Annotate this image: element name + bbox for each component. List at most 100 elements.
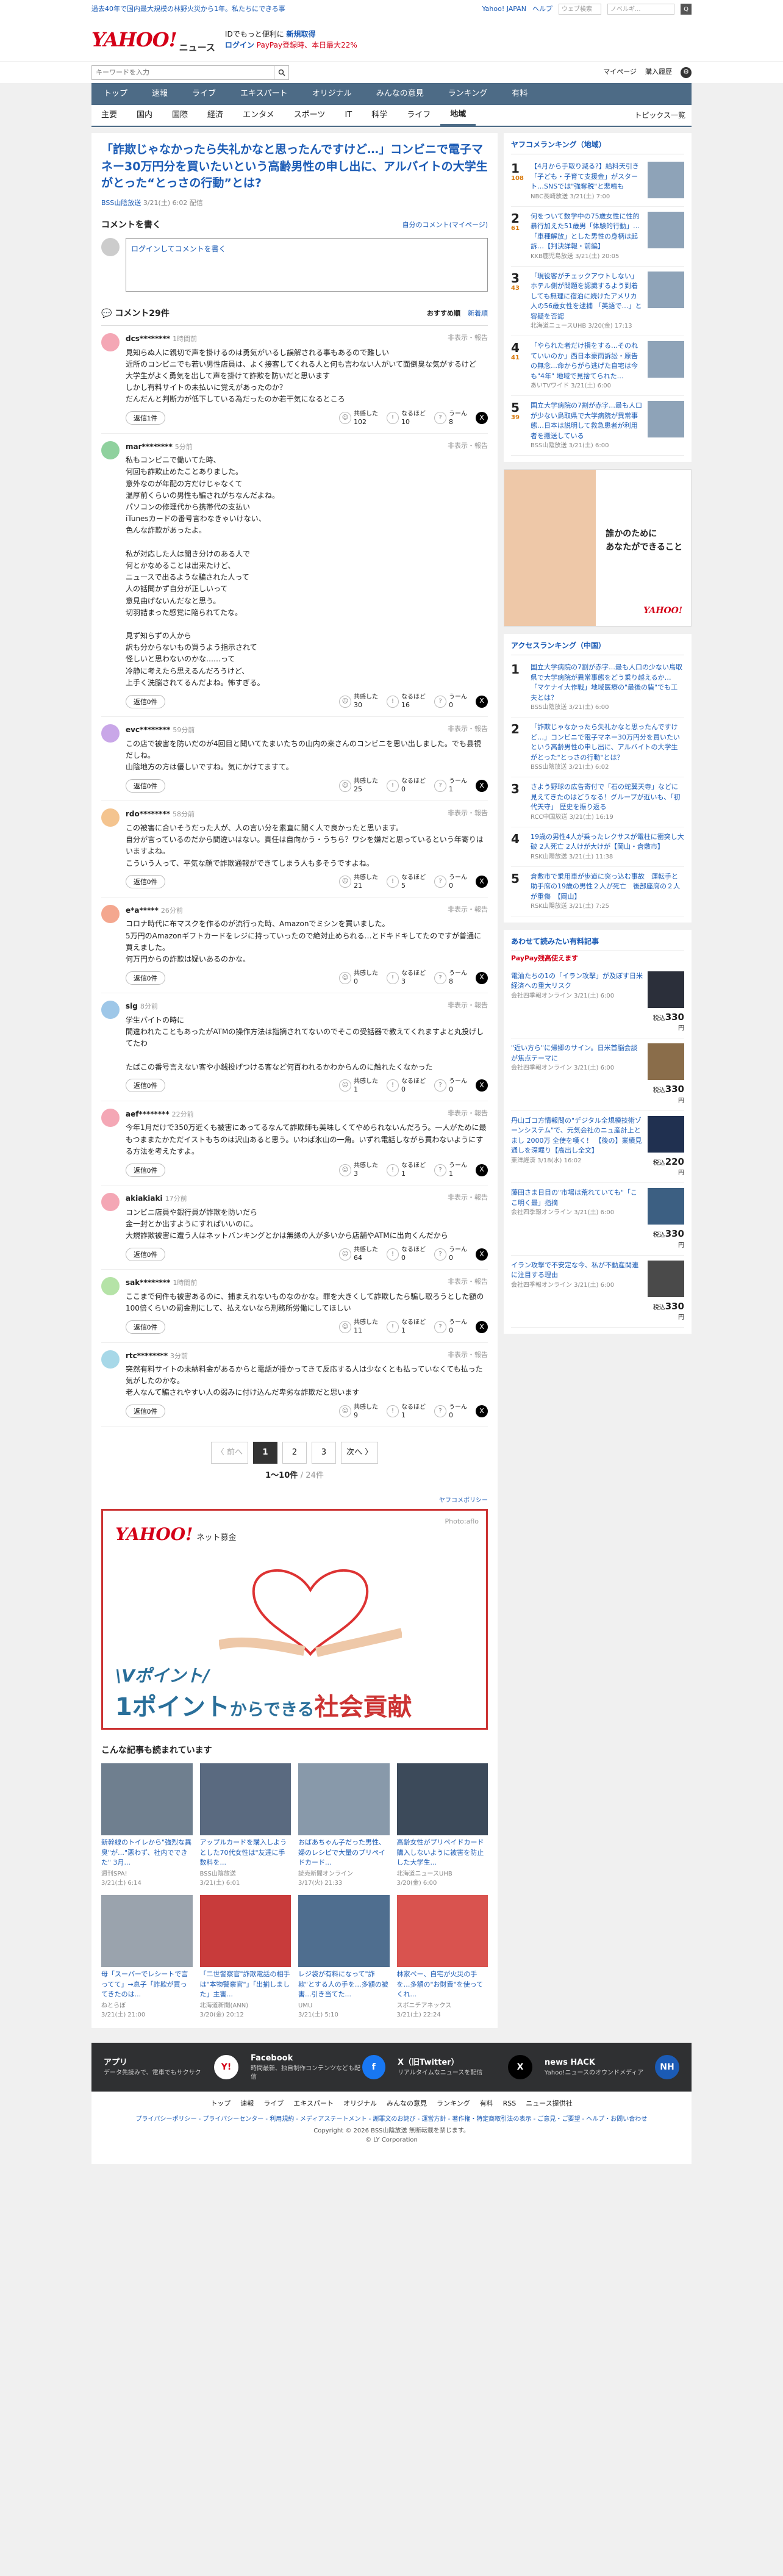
x-share-icon[interactable]: X xyxy=(476,1405,488,1418)
reaction-unsure-button[interactable]: ? うーん 0 xyxy=(434,1319,467,1334)
footer-nav-link[interactable]: 有料 xyxy=(480,2099,493,2109)
mypage-link[interactable]: マイページ xyxy=(603,67,637,77)
reaction-naruhodo-button[interactable]: ! なるほど 3 xyxy=(387,970,426,985)
comment-user[interactable]: rtc******** xyxy=(126,1351,168,1360)
page-button[interactable]: 3 xyxy=(312,1441,336,1464)
comment-user[interactable]: e*a***** xyxy=(126,906,159,915)
footer-app-link[interactable]: Facebook 時間最新、独自制作コンテンツなども配信 f xyxy=(251,2053,385,2082)
side-ad-banner[interactable]: 誰かのために あなたができること YAHOO! xyxy=(504,469,692,627)
reply-button[interactable]: 返信0件 xyxy=(126,875,166,889)
ranking-item[interactable]: 4 19歳の男性4人が乗ったレクサスが電柱に衝突し大破 2人死亡 2人けが大けが【… xyxy=(511,827,684,867)
search-icon[interactable] xyxy=(274,65,289,80)
my-comments-link[interactable]: 自分のコメント(マイページ) xyxy=(402,220,488,231)
comment-user[interactable]: dcs******** xyxy=(126,334,170,343)
ranking-item[interactable]: 5 39 国立大学病院の7割が赤字…最も人口が少ない鳥取県で大学病院が異常事態…日本… xyxy=(511,396,684,456)
x-share-icon[interactable]: X xyxy=(476,876,488,888)
category-tab[interactable]: スポーツ xyxy=(284,105,335,126)
reaction-agree-button[interactable]: ☺ 共感した 11 xyxy=(339,1319,378,1334)
reaction-unsure-button[interactable]: ? うーん 8 xyxy=(434,411,467,426)
report-link[interactable]: 非表示・報告 xyxy=(448,333,488,345)
nav-tab[interactable]: 有料 xyxy=(499,83,540,105)
report-link[interactable]: 非表示・報告 xyxy=(448,1277,488,1289)
category-tab[interactable]: 国内 xyxy=(127,105,162,126)
report-link[interactable]: 非表示・報告 xyxy=(448,1109,488,1120)
article-title[interactable]: 「詐欺じゃなかったら失礼かなと思ったんですけど…」コンビニで電子マネー30万円分… xyxy=(101,142,488,192)
reaction-unsure-button[interactable]: ? うーん 0 xyxy=(434,1247,467,1262)
ranking-item[interactable]: 1 108 【4月から手取り減る?】給料天引き「子ども・子育て支援金」がスタート…S… xyxy=(511,157,684,207)
footer-policy-links[interactable]: プライバシーポリシー - プライバシーセンター - 利用規約 - メディアステー… xyxy=(91,2115,692,2124)
footer-app-link[interactable]: アプリ データ先読みで、電車でもサクサク Y! xyxy=(104,2053,238,2082)
related-article[interactable]: 「二世警察官"詐欺電話の相手は"本物警察官"」「出揃しました」主害... 北海道新… xyxy=(199,1895,291,2020)
reply-button[interactable]: 返信0件 xyxy=(126,971,166,985)
reaction-unsure-button[interactable]: ? うーん 0 xyxy=(434,1078,467,1093)
related-article[interactable]: 母「スーパーでレシートで言ってて」→息子「詐欺が買ってきたのは... ねとらぼ 3/… xyxy=(101,1895,193,2020)
reaction-agree-button[interactable]: ☺ 共感した 30 xyxy=(339,694,378,709)
footer-nav-link[interactable]: ランキング xyxy=(437,2099,470,2109)
comment-user[interactable]: sak******** xyxy=(126,1278,170,1287)
paid-article[interactable]: "近い方ら"に帰郷のサイン。日米首脳会談が焦点テーマに 会社四季報オンライン 3/… xyxy=(511,1038,684,1111)
x-share-icon[interactable]: X xyxy=(476,695,488,708)
related-article[interactable]: アップルカードを購入しようとした70代女性は"友達に手数料を... BSS山陰放送… xyxy=(199,1763,291,1888)
category-tab[interactable]: 主要 xyxy=(91,105,127,126)
category-tab[interactable]: 経済 xyxy=(198,105,233,126)
category-tab[interactable]: 地域 xyxy=(440,105,476,126)
report-link[interactable]: 非表示・報告 xyxy=(448,441,488,453)
top-news-link[interactable]: 過去40年で国内最大規模の林野火災から1年。私たちにできる事 xyxy=(91,4,285,15)
nav-tab[interactable]: ライブ xyxy=(180,83,228,105)
page-button[interactable]: 2 xyxy=(282,1441,307,1464)
reaction-unsure-button[interactable]: ? うーん 0 xyxy=(434,874,467,890)
next-page-button[interactable]: 次へ 〉 xyxy=(341,1441,379,1464)
ranking-item[interactable]: 3 43 「現役客がチェックアウトしない」ホテル側が問題を認識するよう到着しても無理… xyxy=(511,267,684,336)
yahoo-japan-link[interactable]: Yahoo! JAPAN xyxy=(482,4,526,15)
footer-app-link[interactable]: X（旧Twitter） リアルタイムなニュースを配信 X xyxy=(398,2053,532,2082)
reply-button[interactable]: 返信0件 xyxy=(126,1320,166,1334)
reaction-agree-button[interactable]: ☺ 共感した 102 xyxy=(339,411,378,426)
report-link[interactable]: 非表示・報告 xyxy=(448,1193,488,1204)
reaction-agree-button[interactable]: ☺ 共感した 64 xyxy=(339,1247,378,1262)
x-share-icon[interactable]: X xyxy=(476,1079,488,1092)
category-tab[interactable]: IT xyxy=(335,105,362,126)
report-link[interactable]: 非表示・報告 xyxy=(448,808,488,820)
ranking-item[interactable]: 4 41 「やられた者だけ損をする…そのれていいのか」西日本豪雨訴訟・原告の無念…命… xyxy=(511,336,684,396)
prev-page-button[interactable]: 〈 前へ xyxy=(210,1441,248,1464)
report-link[interactable]: 非表示・報告 xyxy=(448,905,488,916)
purchase-history-link[interactable]: 購入履歴 xyxy=(645,67,672,77)
report-link[interactable]: 非表示・報告 xyxy=(448,1001,488,1012)
category-tab[interactable]: エンタメ xyxy=(233,105,284,126)
sort-recommended[interactable]: おすすめ順 xyxy=(427,309,460,319)
comment-user[interactable]: rdo******** xyxy=(126,810,170,818)
comment-policy-link[interactable]: ヤフコメポリシー xyxy=(101,1496,488,1505)
comment-user[interactable]: mar******** xyxy=(126,442,173,451)
comment-user[interactable]: evc******** xyxy=(126,725,170,734)
reply-button[interactable]: 返信1件 xyxy=(126,411,166,425)
reaction-agree-button[interactable]: ☺ 共感した 0 xyxy=(339,970,378,985)
topics-list-link[interactable]: トピックス一覧 xyxy=(628,105,692,126)
related-article[interactable]: 林家ペー、自宅が火災の手を…多額の"お財費"を使ってくれ... スポニチアネックス… xyxy=(396,1895,488,2020)
gear-icon[interactable]: ⚙ xyxy=(681,67,692,78)
footer-nav-link[interactable]: みんなの意見 xyxy=(387,2099,427,2109)
reply-button[interactable]: 返信0件 xyxy=(126,1405,166,1419)
ranking-item[interactable]: 2 61 何をついて数学中の75歳女性に性的暴行加えた51歳男「体験的行動」…「車種… xyxy=(511,207,684,267)
category-tab[interactable]: 国際 xyxy=(162,105,198,126)
web-search-input[interactable]: ウェブ検索 xyxy=(559,4,601,15)
donation-ad-banner[interactable]: YAHOO! ネット募金 Photo:aflo \Vポイント/ 1ポイントからでき… xyxy=(101,1509,488,1730)
nav-tab[interactable]: みんなの意見 xyxy=(364,83,436,105)
ranking-item[interactable]: 3 さよう野球の広告寄付で「石の蛇翼天寺」などに見えてきたのはどうなる！グループが… xyxy=(511,777,684,827)
page-button[interactable]: 1 xyxy=(253,1441,277,1464)
footer-nav-link[interactable]: 速報 xyxy=(240,2099,254,2109)
reaction-naruhodo-button[interactable]: ! なるほど 10 xyxy=(387,411,426,426)
help-link[interactable]: ヘルプ xyxy=(532,4,552,15)
sort-newest[interactable]: 新着順 xyxy=(468,309,488,319)
footer-app-link[interactable]: news HACK Yahoo!ニュースのオウンドメディア NH xyxy=(545,2053,679,2082)
footer-nav-link[interactable]: トップ xyxy=(210,2099,231,2109)
ranking-item[interactable]: 2 「詐欺じゃなかったら失礼かなと思ったんですけど…」コンビニで電子マネー30万円… xyxy=(511,718,684,777)
footer-nav-link[interactable]: エキスパート xyxy=(293,2099,334,2109)
reaction-naruhodo-button[interactable]: ! なるほど 0 xyxy=(387,1247,426,1262)
reaction-agree-button[interactable]: ☺ 共感した 9 xyxy=(339,1404,378,1419)
paid-article[interactable]: イラン攻撃で不安定な今、私が不動産関連に注目する理由 会社四季報オンライン 3/2… xyxy=(511,1256,684,1328)
reaction-agree-button[interactable]: ☺ 共感した 3 xyxy=(339,1162,378,1178)
reaction-unsure-button[interactable]: ? うーん 0 xyxy=(434,694,467,709)
search-icon[interactable]: Q xyxy=(681,4,692,15)
category-tab[interactable]: 科学 xyxy=(362,105,397,126)
category-tab[interactable]: ライフ xyxy=(397,105,440,126)
